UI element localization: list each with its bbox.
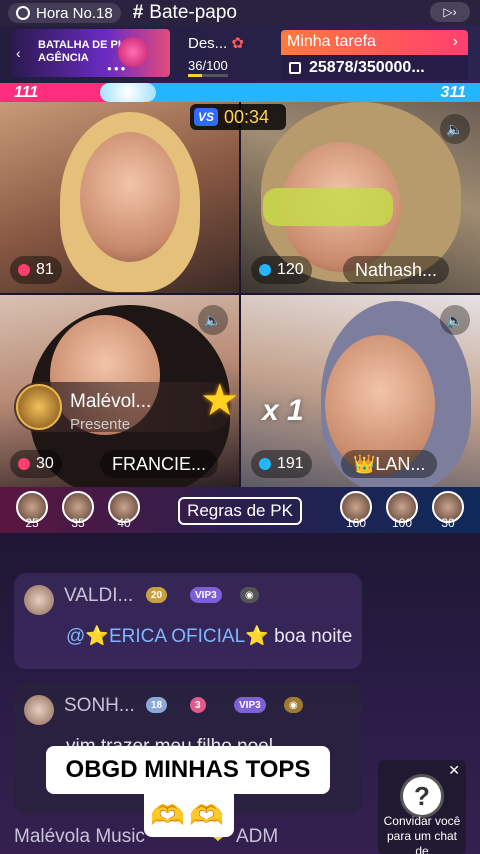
des-label: Des... — [188, 35, 228, 52]
chat-message[interactable]: VALDI... 20 VIP3 ◉ @⭐ERICA OFICIAL⭐ boa … — [14, 573, 362, 669]
user-avatar[interactable] — [24, 585, 54, 615]
supporter-count: 40 — [117, 516, 131, 530]
chat-username[interactable]: SONH... — [64, 695, 135, 717]
medal-icon: ◉ — [284, 697, 303, 713]
mention[interactable]: @⭐ERICA OFICIAL⭐ — [66, 626, 269, 647]
info-bar: ‹ BATALHA DE PK AGÊNCIA ●●● Des... ✿ 36/… — [0, 26, 480, 84]
top-icons: ▷› — [430, 2, 470, 22]
left-arrow-icon: ‹ — [16, 45, 21, 61]
banner-text: BATALHA DE PK AGÊNCIA — [38, 39, 126, 64]
pk-score-bar: 111 311 — [0, 83, 480, 102]
chat-room-title[interactable]: # Bate-papo — [133, 2, 237, 24]
stream-score-4: 191 — [251, 450, 312, 478]
supporter-count: 160 — [345, 516, 367, 530]
supporter-count: 25 — [25, 516, 39, 530]
fan-badge: 3 — [190, 697, 206, 713]
level-badge: 18 — [146, 697, 168, 713]
stream-score-2: 120 — [251, 256, 312, 284]
stream-tile-4[interactable]: 🔈 191 👑LAN... — [241, 295, 480, 487]
vs-badge: VS — [194, 108, 219, 126]
shield-score-icon — [259, 264, 271, 276]
invite-text: Convidar você para um chat de — [383, 814, 461, 854]
score-value: 30 — [36, 455, 54, 472]
chat-bottom-line: Malévola Music ❤ ADM — [14, 826, 278, 848]
chat-label: Bate-papo — [149, 2, 237, 23]
chat-text: @⭐ERICA OFICIAL⭐ boa noite — [66, 623, 356, 651]
clock-icon — [16, 6, 30, 20]
user-avatar[interactable] — [24, 695, 54, 725]
caption-emoji: 🫶🫶 — [144, 793, 234, 837]
hashtag-icon: # — [132, 2, 144, 23]
bottom-username[interactable]: Malévola Music — [14, 826, 145, 847]
vip-badge: VIP3 — [234, 697, 266, 713]
close-icon[interactable]: ✕ — [448, 762, 460, 779]
speaker-icon[interactable]: 🔈 — [440, 114, 470, 144]
heart-score-icon — [18, 264, 30, 276]
task-count: 25878/350000... — [281, 55, 468, 80]
vip-badge: VIP3 — [190, 587, 222, 603]
speaker-icon[interactable]: 🔈 — [440, 305, 470, 335]
face-shape — [80, 132, 180, 262]
gift-sender-avatar — [16, 384, 62, 430]
stream-tile-1[interactable]: 81 — [0, 102, 239, 293]
question-icon: ? — [400, 774, 444, 818]
carousel-dots: ●●● — [107, 64, 128, 73]
pk-supporters-row: 25 35 40 Regras de PK 160 100 30 — [0, 487, 480, 533]
level-badge: 20 — [146, 587, 168, 603]
stream-tile-2[interactable]: 🔈 120 Nathash... — [241, 102, 480, 293]
des-progress-text: 36/100 — [188, 58, 228, 73]
gift-sender-name: Malévol... — [70, 391, 152, 412]
heart-score-icon — [18, 458, 30, 470]
shield-score-icon — [259, 458, 271, 470]
calendar-icon — [289, 61, 301, 74]
left-score: 111 — [14, 84, 39, 101]
pk-rules-button[interactable]: Regras de PK — [178, 497, 302, 525]
exit-icon[interactable]: ▷› — [430, 2, 470, 22]
gift-multiplier: x 1 — [262, 394, 304, 427]
task-label: Minha tarefa — [287, 33, 376, 50]
des-progress-bar — [188, 74, 228, 77]
supporter-count: 35 — [71, 516, 85, 530]
gift-sub-label: Presente — [70, 416, 131, 433]
video-caption: OBGD MINHAS TOPS — [46, 746, 330, 794]
streamer-name-2: Nathash... — [343, 256, 450, 284]
right-score: 311 — [440, 84, 466, 101]
rose-icon: ✿ — [231, 35, 244, 52]
stream-score-3: 30 — [10, 450, 62, 478]
supporter-count: 30 — [441, 516, 455, 530]
score-divider-icon — [100, 83, 156, 102]
stream-score-1: 81 — [10, 256, 62, 284]
score-value: 81 — [36, 261, 54, 278]
chat-username[interactable]: VALDI... — [64, 585, 133, 607]
heart-icon — [118, 37, 148, 67]
hour-label: Hora No.18 — [36, 4, 113, 22]
score-value: 191 — [277, 455, 304, 472]
score-value: 120 — [277, 261, 304, 278]
invite-card[interactable]: ✕ ? Convidar você para um chat de — [378, 760, 466, 854]
pk-timer: VS 00:34 — [190, 104, 286, 130]
my-task-button[interactable]: Minha tarefa › — [281, 30, 468, 55]
task-count-text: 25878/350000... — [309, 58, 425, 76]
admin-badge: ADM — [236, 826, 279, 847]
medal-icon: ◉ — [240, 587, 259, 603]
chevron-right-icon: › — [452, 33, 458, 50]
top-bar: Hora No.18 # Bate-papo ▷› — [0, 0, 480, 26]
star-gift-icon: ★ — [200, 376, 240, 425]
hour-ranking-pill[interactable]: Hora No.18 — [8, 3, 121, 23]
timer-value: 00:34 — [224, 106, 270, 127]
supporter-count: 100 — [391, 516, 413, 530]
sunglasses-shape — [263, 188, 393, 226]
streamer-name-4: 👑LAN... — [341, 450, 438, 478]
message-body: boa noite — [268, 626, 353, 647]
desire-progress[interactable]: Des... ✿ 36/100 — [188, 34, 244, 77]
pk-agency-banner[interactable]: ‹ BATALHA DE PK AGÊNCIA ●●● — [12, 29, 170, 77]
speaker-icon[interactable]: 🔈 — [198, 305, 228, 335]
streamer-name-3: FRANCIE... — [100, 450, 219, 478]
